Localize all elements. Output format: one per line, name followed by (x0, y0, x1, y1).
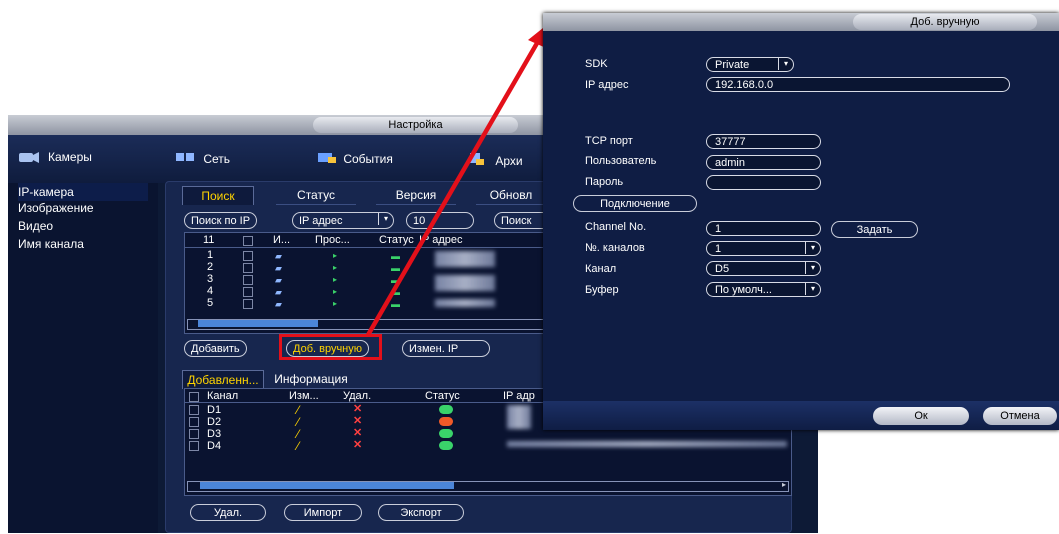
dialog-title: Доб. вручную (853, 14, 1037, 30)
password-field[interactable] (706, 175, 821, 190)
manual-add-dialog: Доб. вручную SDK Private ▾ IP адрес 192.… (543, 13, 1059, 430)
chevron-down-icon: ▾ (805, 242, 820, 254)
chevron-down-icon: ▾ (805, 283, 820, 295)
connect-button[interactable]: Подключение (573, 195, 697, 212)
sdk-label: SDK (585, 58, 608, 70)
username-field[interactable]: admin (706, 155, 821, 170)
chevron-down-icon: ▾ (778, 58, 793, 70)
ip-address-field[interactable]: 192.168.0.0 (706, 77, 1010, 92)
sdk-select[interactable]: Private ▾ (706, 57, 794, 72)
buffer-label: Буфер (585, 284, 619, 296)
chevron-down-icon: ▾ (805, 262, 820, 274)
tcp-port-field[interactable]: 37777 (706, 134, 821, 149)
buffer-select-value: По умолч... (715, 284, 772, 296)
channels-count-select[interactable]: 1 ▾ (706, 241, 821, 256)
dialog-footer: Ок Отмена (543, 401, 1059, 430)
cancel-button[interactable]: Отмена (983, 407, 1057, 425)
tcp-port-label: TCP порт (585, 135, 633, 147)
channel-label: Канал (585, 263, 617, 275)
channel-no-label: Channel No. (585, 221, 647, 233)
buffer-select[interactable]: По умолч... ▾ (706, 282, 821, 297)
channels-count-value: 1 (715, 243, 722, 255)
channel-select[interactable]: D5 ▾ (706, 261, 821, 276)
ok-button[interactable]: Ок (873, 407, 969, 425)
username-label: Пользователь (585, 155, 657, 167)
sdk-select-value: Private (715, 59, 750, 71)
channel-select-value: D5 (715, 263, 730, 275)
ip-address-label: IP адрес (585, 79, 629, 91)
channel-no-field[interactable]: 1 (706, 221, 821, 236)
channels-count-label: №. каналов (585, 242, 645, 254)
password-label: Пароль (585, 176, 624, 188)
set-button[interactable]: Задать (831, 221, 918, 238)
dialog-titlebar: Доб. вручную (543, 13, 1059, 31)
